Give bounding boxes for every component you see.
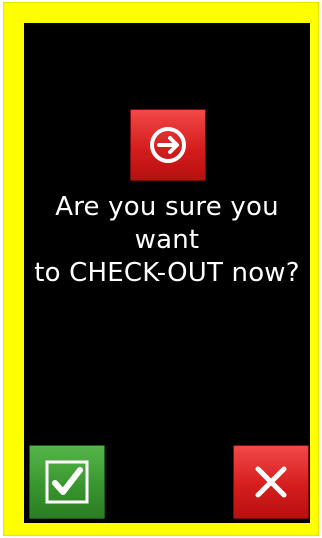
dialog-screen: Are you sure you want to CHECK-OUT now? <box>24 23 310 523</box>
device-frame: Are you sure you want to CHECK-OUT now? <box>0 0 322 538</box>
question-line-2: to CHECK-OUT now? <box>34 258 300 288</box>
frame-border: Are you sure you want to CHECK-OUT now? <box>3 2 319 536</box>
confirm-button[interactable] <box>29 445 105 519</box>
check-icon <box>45 460 89 504</box>
checkout-arrow-icon <box>150 127 186 163</box>
question-line-1: Are you sure you want <box>55 192 279 255</box>
cancel-button[interactable] <box>233 445 309 519</box>
checkout-icon-button <box>130 109 206 181</box>
close-icon <box>255 466 287 498</box>
confirmation-question: Are you sure you want to CHECK-OUT now? <box>24 191 310 290</box>
